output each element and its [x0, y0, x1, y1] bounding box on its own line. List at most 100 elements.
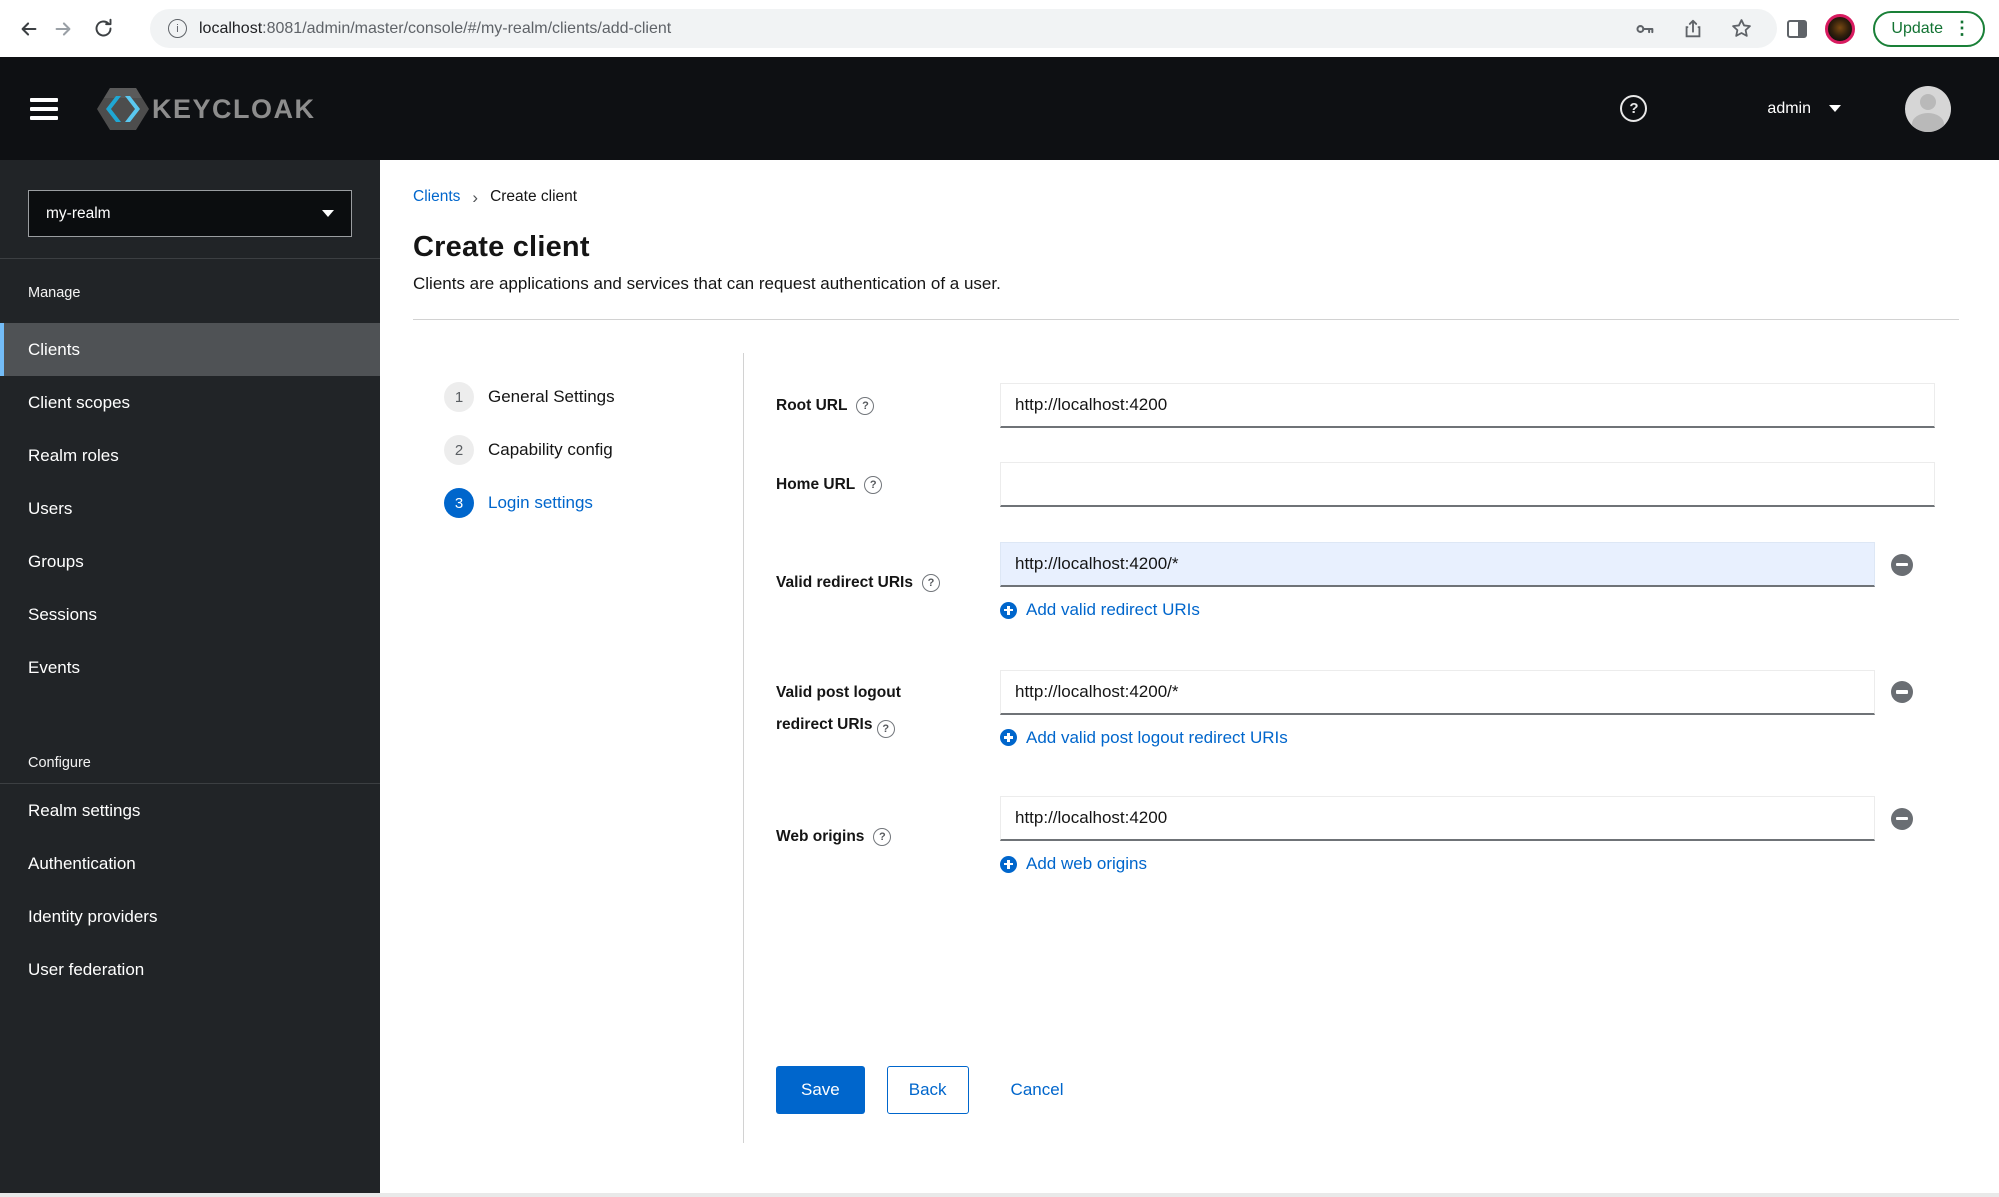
sidebar-item-events[interactable]: Events — [0, 641, 380, 694]
add-link-label: Add valid post logout redirect URIs — [1026, 727, 1288, 747]
breadcrumb-current: Create client — [490, 188, 578, 205]
page-subtitle: Clients are applications and services th… — [413, 274, 1001, 293]
field-label-text: Valid redirect URIs — [776, 573, 913, 591]
step-general-settings[interactable]: 1 General Settings — [444, 382, 743, 412]
browser-update-button[interactable]: Update ⋮ — [1873, 10, 1985, 47]
home-url-help-icon[interactable]: ? — [864, 475, 883, 494]
remove-web-origin-icon[interactable] — [1891, 807, 1913, 830]
browser-menu-icon[interactable]: ⋮ — [1953, 18, 1971, 39]
web-origins-group: Add web origins — [1000, 796, 1913, 878]
sidebar-item-realm-settings[interactable]: Realm settings — [0, 784, 380, 837]
add-valid-post-logout-uris-button[interactable]: Add valid post logout redirect URIs — [1000, 728, 1288, 748]
valid-redirect-uri-input[interactable] — [1000, 542, 1875, 587]
user-avatar[interactable] — [1905, 85, 1951, 132]
sidebar-item-client-scopes[interactable]: Client scopes — [0, 376, 380, 429]
step-number: 1 — [444, 382, 474, 412]
field-label-text: Valid post logout redirect URIs ? — [776, 677, 934, 741]
site-info-icon[interactable]: i — [168, 19, 187, 38]
breadcrumb-clients-link[interactable]: Clients — [413, 188, 460, 206]
step-capability-config[interactable]: 2 Capability config — [444, 435, 743, 465]
wizard-divider — [743, 353, 744, 1143]
sidebar-item-user-federation[interactable]: User federation — [0, 943, 380, 996]
home-url-input[interactable] — [1000, 462, 1935, 507]
web-origins-help-icon[interactable]: ? — [873, 827, 892, 846]
valid-post-logout-group: Add valid post logout redirect URIs — [1000, 669, 1913, 752]
valid-post-logout-row: Valid post logout redirect URIs ? Add va… — [776, 669, 1999, 752]
browser-forward-button[interactable] — [46, 12, 80, 46]
cancel-button[interactable]: Cancel — [1011, 1080, 1064, 1100]
uri-line — [1000, 796, 1913, 841]
update-label: Update — [1891, 19, 1943, 37]
web-origins-input[interactable] — [1000, 796, 1875, 841]
browser-back-button[interactable] — [12, 12, 46, 46]
sidebar-item-realm-roles[interactable]: Realm roles — [0, 429, 380, 482]
login-settings-form: Root URL ? Home URL ? Valid redirect URI… — [743, 320, 1999, 1114]
sidebar-item-label: User federation — [28, 959, 145, 979]
root-url-input[interactable] — [1000, 383, 1935, 428]
wizard-steps: 1 General Settings 2 Capability config 3… — [380, 320, 743, 1114]
keycloak-logo-graphic: KEYCLOAK — [97, 87, 314, 130]
save-button[interactable]: Save — [776, 1065, 865, 1114]
sidebar-item-label: Groups — [28, 551, 84, 571]
user-menu[interactable]: admin — [1767, 100, 1841, 118]
help-icon[interactable]: ? — [1620, 95, 1648, 122]
main-content: Clients › Create client Create client Cl… — [380, 160, 1999, 1197]
uri-line — [1000, 542, 1913, 587]
reload-icon — [95, 18, 111, 37]
address-bar-icons — [1634, 17, 1759, 40]
keycloak-logo[interactable]: KEYCLOAK — [94, 84, 344, 134]
sidebar-item-users[interactable]: Users — [0, 482, 380, 535]
sidebar-item-label: Identity providers — [28, 906, 158, 926]
valid-post-logout-uri-input[interactable] — [1000, 669, 1875, 715]
home-url-label: Home URL ? — [776, 462, 1000, 507]
sidebar-item-groups[interactable]: Groups — [0, 535, 380, 588]
step-login-settings[interactable]: 3 Login settings — [444, 488, 743, 518]
sidebar-item-clients[interactable]: Clients — [0, 323, 380, 376]
remove-post-logout-uri-icon[interactable] — [1891, 681, 1913, 703]
form-actions: Save Back Cancel — [776, 1065, 1999, 1114]
page-header: Clients › Create client Create client Cl… — [380, 160, 1999, 320]
remove-redirect-uri-icon[interactable] — [1891, 553, 1913, 576]
browser-chrome: i localhost:8081/admin/master/console/#/… — [0, 0, 1999, 57]
sidebar-item-identity-providers[interactable]: Identity providers — [0, 890, 380, 943]
field-label-text: Home URL — [776, 475, 856, 493]
root-url-row: Root URL ? — [776, 383, 1999, 428]
side-panel-icon[interactable] — [1787, 19, 1808, 38]
bookmark-star-icon[interactable] — [1730, 17, 1753, 40]
step-label: Login settings — [488, 493, 593, 512]
step-number: 3 — [444, 488, 474, 518]
breadcrumb-separator-icon: › — [472, 187, 479, 207]
root-url-help-icon[interactable]: ? — [856, 396, 875, 415]
password-key-icon[interactable] — [1634, 18, 1656, 40]
share-icon[interactable] — [1682, 18, 1704, 40]
url-text: localhost:8081/admin/master/console/#/my… — [199, 20, 671, 38]
sidebar-item-authentication[interactable]: Authentication — [0, 837, 380, 890]
browser-profile-avatar[interactable] — [1825, 13, 1856, 44]
back-button[interactable]: Back — [886, 1065, 969, 1114]
realm-selector[interactable]: my-realm — [28, 190, 352, 237]
forward-arrow-icon — [55, 21, 71, 36]
sidebar-item-label: Realm settings — [28, 800, 141, 820]
plus-circle-icon — [1000, 855, 1017, 873]
root-url-label: Root URL ? — [776, 383, 1000, 428]
field-label-text: Web origins — [776, 827, 865, 845]
uri-line — [1000, 669, 1913, 715]
breadcrumb: Clients › Create client — [413, 188, 1959, 206]
sidebar-item-label: Authentication — [28, 853, 136, 873]
add-web-origins-button[interactable]: Add web origins — [1000, 854, 1147, 874]
add-link-label: Add valid redirect URIs — [1026, 600, 1200, 619]
browser-toolbar-right: Update ⋮ — [1787, 9, 1985, 48]
valid-post-logout-label: Valid post logout redirect URIs ? — [776, 670, 1000, 752]
sidebar-item-sessions[interactable]: Sessions — [0, 588, 380, 641]
valid-redirect-uris-help-icon[interactable]: ? — [921, 573, 940, 592]
add-valid-redirect-uris-button[interactable]: Add valid redirect URIs — [1000, 600, 1200, 620]
step-number: 2 — [444, 435, 474, 465]
masthead-right: ? admin — [1620, 85, 1951, 132]
browser-reload-button[interactable] — [86, 12, 120, 46]
web-origins-label: Web origins ? — [776, 796, 1000, 878]
sidebar-item-label: Clients — [28, 339, 80, 359]
realm-caret-icon — [322, 210, 334, 217]
valid-post-logout-help-icon[interactable]: ? — [876, 719, 895, 738]
nav-toggle-hamburger-icon[interactable] — [30, 97, 58, 120]
address-bar[interactable]: i localhost:8081/admin/master/console/#/… — [150, 9, 1777, 48]
